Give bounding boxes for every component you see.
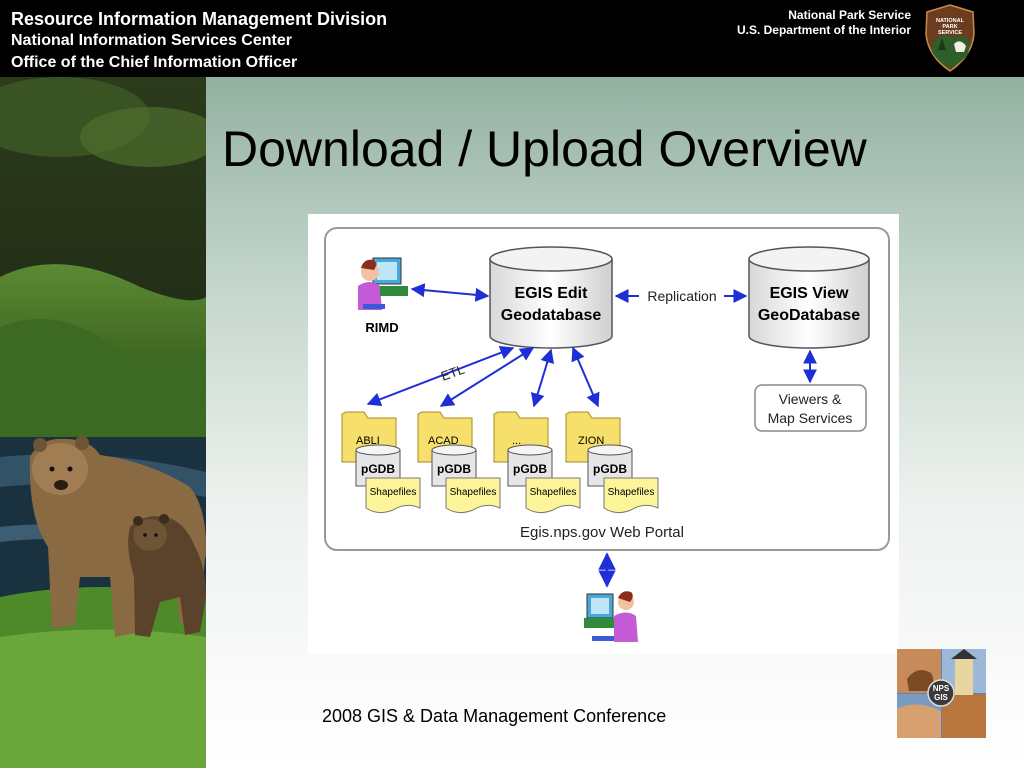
folder-zion-label: ZION bbox=[578, 435, 604, 447]
slide-title: Download / Upload Overview bbox=[222, 121, 867, 177]
web-portal-label: Egis.nps.gov Web Portal bbox=[520, 524, 684, 541]
nps-logo-text-3: SERVICE bbox=[938, 30, 962, 36]
header-department: U.S. Department of the Interior bbox=[736, 23, 911, 37]
nps-gis-logo: NPS GIS bbox=[897, 649, 986, 738]
viewers-label-1: Viewers & bbox=[779, 391, 842, 407]
gis-logo-text-1: NPS bbox=[933, 684, 950, 693]
nps-arrowhead-logo: NATIONAL PARK SERVICE bbox=[925, 4, 975, 72]
egis-edit-label-1: EGIS Edit bbox=[515, 285, 589, 302]
header-office: Office of the Chief Information Officer bbox=[11, 54, 298, 71]
header-organization: Resource Information Management Division… bbox=[11, 8, 387, 74]
folder-dots-label: ... bbox=[512, 435, 521, 447]
grizzly-bears-photo bbox=[0, 77, 206, 768]
egis-edit-label-2: Geodatabase bbox=[501, 307, 602, 324]
header-agency: National Park Service U.S. Department of… bbox=[737, 8, 911, 38]
replication-label: Replication bbox=[647, 288, 716, 304]
gis-logo-text-2: GIS bbox=[934, 693, 948, 702]
pgdb-acad-label: pGDB bbox=[437, 462, 471, 476]
header-agency-name: National Park Service bbox=[788, 8, 911, 22]
pgdb-zion-label: pGDB bbox=[593, 462, 627, 476]
shapefiles-abli-label: Shapefiles bbox=[370, 487, 417, 498]
folder-abli-label: ABLI bbox=[356, 435, 380, 447]
portal-user-icon bbox=[584, 591, 638, 642]
header-bar: Resource Information Management Division… bbox=[0, 0, 1024, 77]
download-upload-diagram: RIMD EGIS Edit Geodatabase EGIS View Geo… bbox=[308, 214, 899, 654]
shapefiles-dots-label: Shapefiles bbox=[530, 487, 577, 498]
pgdb-abli-label: pGDB bbox=[361, 462, 395, 476]
viewers-label-2: Map Services bbox=[768, 410, 853, 426]
header-division: Resource Information Management Division bbox=[11, 9, 388, 29]
egis-view-label-1: EGIS View bbox=[770, 285, 849, 302]
folder-acad-label: ACAD bbox=[428, 435, 459, 447]
conference-footer: 2008 GIS & Data Management Conference bbox=[322, 706, 667, 726]
shapefiles-zion-label: Shapefiles bbox=[608, 487, 655, 498]
egis-view-label-2: GeoDatabase bbox=[758, 307, 860, 324]
pgdb-dots-label: pGDB bbox=[513, 462, 547, 476]
rimd-label: RIMD bbox=[365, 320, 398, 335]
header-center: National Information Services Center bbox=[11, 32, 292, 49]
shapefiles-acad-label: Shapefiles bbox=[450, 487, 497, 498]
